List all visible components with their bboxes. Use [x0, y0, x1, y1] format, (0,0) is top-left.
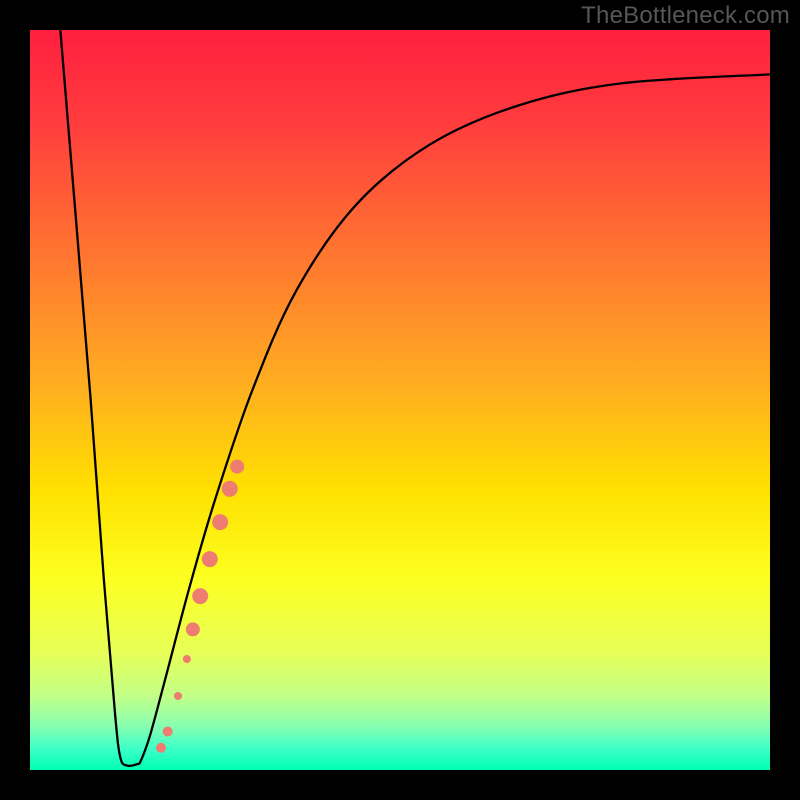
watermark-text: TheBottleneck.com [581, 2, 790, 30]
highlight-point [212, 514, 228, 530]
highlight-point [230, 460, 244, 474]
chart-outer: TheBottleneck.com [0, 0, 800, 800]
plot-area [30, 30, 770, 770]
highlight-point [174, 692, 182, 700]
highlight-points [156, 460, 244, 753]
bottleneck-curve [60, 30, 770, 766]
highlight-point [183, 655, 191, 663]
highlight-point [192, 588, 208, 604]
highlight-point [186, 622, 200, 636]
highlight-point [202, 551, 218, 567]
highlight-point [156, 743, 166, 753]
highlight-point [163, 727, 173, 737]
chart-svg [30, 30, 770, 770]
highlight-point [222, 481, 238, 497]
